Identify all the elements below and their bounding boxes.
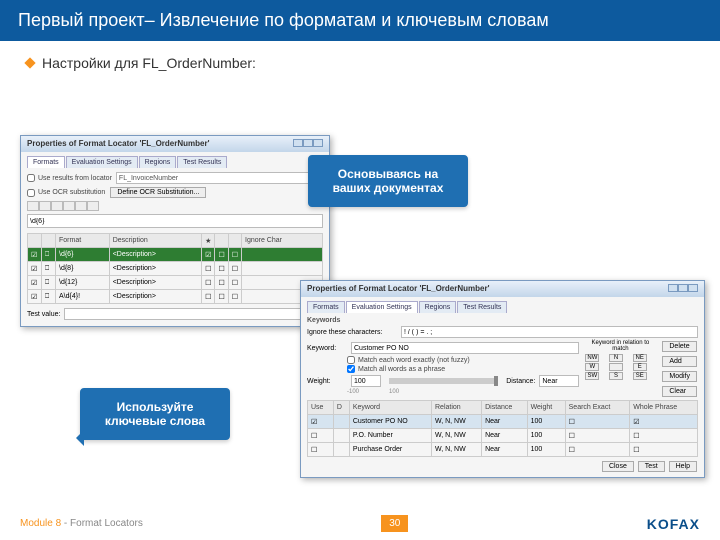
regex-input[interactable] xyxy=(27,214,323,228)
ignore-input[interactable] xyxy=(401,326,698,338)
dialog1-title-text: Properties of Format Locator 'FL_OrderNu… xyxy=(27,139,210,149)
distance-input[interactable] xyxy=(539,375,579,387)
dialog1-titlebar: Properties of Format Locator 'FL_OrderNu… xyxy=(21,136,329,152)
help-button[interactable]: Help xyxy=(669,461,697,472)
keyword-input[interactable] xyxy=(351,342,579,354)
weight-input[interactable] xyxy=(351,375,381,387)
relation-grid[interactable]: NWNNE WE SWSSE xyxy=(585,354,655,380)
table-row[interactable]: ☑Customer PO NOW, N, NW Near100☐☑ xyxy=(308,415,698,429)
locator-name xyxy=(116,172,323,184)
keywords-group-label: Keywords xyxy=(307,317,698,324)
slide-number: 30 xyxy=(381,515,408,532)
keyword-label: Keyword: xyxy=(307,345,347,352)
dialog2-titlebar: Properties of Format Locator 'FL_OrderNu… xyxy=(301,281,704,297)
close-button[interactable]: Close xyxy=(602,461,634,472)
add-button[interactable]: Add xyxy=(662,356,697,367)
ignore-label: Ignore these characters: xyxy=(307,329,397,336)
weight-slider[interactable] xyxy=(389,378,498,384)
dialog-formats: Properties of Format Locator 'FL_OrderNu… xyxy=(20,135,330,327)
toolbar-icons[interactable] xyxy=(27,201,323,211)
bullet-row: Настройки для FL_OrderNumber: xyxy=(26,55,694,71)
tab-test[interactable]: Test Results xyxy=(177,156,227,168)
keywords-table: UseD KeywordRelation DistanceWeight Sear… xyxy=(307,400,698,457)
weight-label: Weight: xyxy=(307,378,347,385)
slide-footer: Module 8 - Format Locators 30 KOFAX xyxy=(20,515,700,532)
formats-table: FormatDescription ★ Ignore Char ☑⎕\d{6}<… xyxy=(27,233,323,304)
callout-keywords: Используйте ключевые слова xyxy=(80,388,230,440)
callout-documents: Основываясь на ваших документах xyxy=(308,155,468,207)
chk-phrase[interactable]: Match all words as a phrase xyxy=(347,365,579,373)
test-button[interactable]: Test xyxy=(638,461,665,472)
table-row[interactable]: ☑⎕A\d{4}!<Description>☐☐☐ xyxy=(28,290,323,304)
kofax-logo: KOFAX xyxy=(647,516,700,532)
dialog-keywords: Properties of Format Locator 'FL_OrderNu… xyxy=(300,280,705,478)
tab-regions[interactable]: Regions xyxy=(139,156,177,168)
test-label: Test value: xyxy=(27,311,60,318)
dialog2-title-text: Properties of Format Locator 'FL_OrderNu… xyxy=(307,284,490,294)
table-row[interactable]: ☐Purchase OrderW, N, NW Near100☐☐ xyxy=(308,443,698,457)
tab-regions2[interactable]: Regions xyxy=(419,301,457,313)
chk-ocr-sub[interactable]: Use OCR substitution xyxy=(27,189,105,197)
modify-button[interactable]: Modify xyxy=(662,371,697,382)
test-input[interactable] xyxy=(64,308,323,320)
window-controls[interactable] xyxy=(293,139,323,149)
bullet-text: Настройки для FL_OrderNumber: xyxy=(42,55,256,71)
window-controls[interactable] xyxy=(668,284,698,294)
define-ocr-button[interactable]: Define OCR Substitution... xyxy=(110,187,206,198)
relation-label: Keyword in relation to match xyxy=(585,340,655,352)
chk-exact[interactable]: Match each word exactly (not fuzzy) xyxy=(347,356,579,364)
bullet-diamond-icon xyxy=(24,57,35,68)
dialog2-tabs: Formats Evaluation Settings Regions Test… xyxy=(307,301,698,313)
table-row[interactable]: ☑⎕\d{8}<Description>☐☐☐ xyxy=(28,262,323,276)
tab-eval[interactable]: Evaluation Settings xyxy=(66,156,138,168)
tab-test2[interactable]: Test Results xyxy=(457,301,507,313)
tab-formats[interactable]: Formats xyxy=(27,156,65,168)
clear-button[interactable]: Clear xyxy=(662,386,697,397)
tab-formats2[interactable]: Formats xyxy=(307,301,345,313)
distance-label: Distance: xyxy=(506,378,535,385)
table-row[interactable]: ☐P.O. NumberW, N, NW Near100☐☐ xyxy=(308,429,698,443)
delete-button[interactable]: Delete xyxy=(662,341,697,352)
table-row[interactable]: ☑⎕\d{12}<Description>☐☐☐ xyxy=(28,276,323,290)
chk-use-locator[interactable]: Use results from locator xyxy=(27,174,112,182)
dialog1-tabs: Formats Evaluation Settings Regions Test… xyxy=(27,156,323,168)
table-row[interactable]: ☑⎕\d{6}<Description>☑☐☐ xyxy=(28,248,323,262)
module-label: Module 8 - Format Locators xyxy=(20,518,143,529)
tab-eval2[interactable]: Evaluation Settings xyxy=(346,301,418,313)
slide-title: Первый проект– Извлечение по форматам и … xyxy=(0,0,720,41)
